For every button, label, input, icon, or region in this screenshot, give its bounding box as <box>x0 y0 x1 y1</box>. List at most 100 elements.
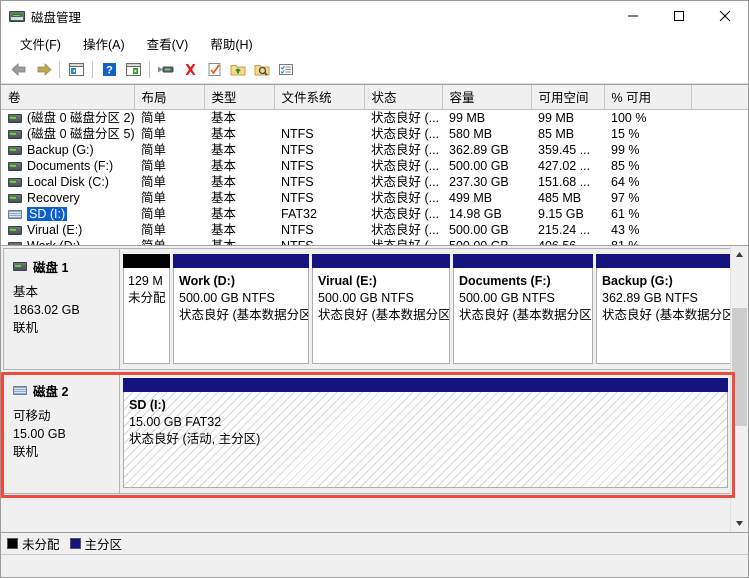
column-header-volume[interactable]: 卷 <box>1 85 135 110</box>
cell-volume-name[interactable]: Virual (E:) <box>1 222 134 238</box>
cell-volume-name[interactable]: Recovery <box>1 190 134 206</box>
cell-freespace: 427.02 ... <box>538 159 591 173</box>
partition-block[interactable]: Backup (G:) 362.89 GB NTFS 状态良好 (基本数据分区 <box>596 254 731 364</box>
column-header-status[interactable]: 状态 <box>364 85 443 110</box>
partition-details[interactable]: Documents (F:) 500.00 GB NTFS 状态良好 (基本数据分区 <box>453 268 593 364</box>
cell-layout: 简单 <box>141 191 167 205</box>
properties-icon[interactable] <box>154 58 178 81</box>
new-folder-upload-icon[interactable] <box>226 58 250 81</box>
cell-volume-name[interactable]: (磁盘 0 磁盘分区 5) <box>1 126 134 142</box>
table-header-row: 卷 布局 类型 文件系统 状态 容量 可用空间 % 可用 <box>1 85 748 110</box>
cell-volume-name[interactable]: Work (D:) <box>1 238 134 246</box>
cell-volume-name[interactable]: Backup (G:) <box>1 142 134 158</box>
partition-details[interactable]: Virual (E:) 500.00 GB NTFS 状态良好 (基本数据分区 <box>312 268 450 364</box>
partition-details[interactable]: Work (D:) 500.00 GB NTFS 状态良好 (基本数据分区 <box>173 268 309 364</box>
table-row[interactable]: Work (D:) 简单 基本 NTFS 状态良好 (... 500.00 GB 406.5… <box>1 238 748 246</box>
cell-volume-name[interactable]: (磁盘 0 磁盘分区 2) <box>1 110 134 127</box>
cell-volume-name[interactable]: SD (I:) <box>1 206 134 222</box>
cell-volume-name[interactable]: Local Disk (C:) <box>1 174 134 190</box>
disk-drive-icon <box>9 8 25 24</box>
cell-freespace: 85 MB <box>538 127 575 141</box>
column-header-filesystem[interactable]: 文件系统 <box>274 85 365 110</box>
volume-list[interactable]: 卷 布局 类型 文件系统 状态 容量 可用空间 % 可用 (磁盘 0 磁盘分区 … <box>1 84 748 246</box>
window-controls <box>610 1 748 31</box>
table-row[interactable]: (磁盘 0 磁盘分区 2) 简单 基本 状态良好 (... 99 MB 99 MB 100 … <box>1 110 748 127</box>
cell-pctfree: 64 % <box>611 175 640 189</box>
table-row[interactable]: Local Disk (C:) 简单 基本 NTFS 状态良好 (... 237.30 G… <box>1 174 748 190</box>
column-header-freespace[interactable]: 可用空间 <box>531 85 605 110</box>
checklist-icon[interactable] <box>202 58 226 81</box>
cell-pctfree: 85 % <box>611 159 640 173</box>
fixed-drive-icon <box>8 226 22 235</box>
search-folder-icon[interactable] <box>250 58 274 81</box>
menu-help[interactable]: 帮助(H) <box>199 31 263 56</box>
legend-primary-partition: 主分区 <box>69 534 122 553</box>
table-row[interactable]: (磁盘 0 磁盘分区 5) 简单 基本 NTFS 状态良好 (... 580 MB 85 M… <box>1 126 748 142</box>
minimize-button[interactable] <box>610 1 656 31</box>
removable-drive-icon <box>8 210 22 219</box>
menu-action[interactable]: 操作(A) <box>72 31 136 56</box>
table-row[interactable]: Recovery 简单 基本 NTFS 状态良好 (... 499 MB 485 MB 97 … <box>1 190 748 206</box>
menu-view[interactable]: 查看(V) <box>136 31 200 56</box>
vertical-scrollbar[interactable] <box>730 246 748 532</box>
scroll-up-arrow-icon[interactable] <box>731 246 748 263</box>
fixed-drive-icon <box>8 114 22 123</box>
partition-block[interactable]: SD (I:) 15.00 GB FAT32 状态良好 (活动, 主分区) <box>123 378 728 488</box>
toolbar-separator <box>59 61 60 78</box>
back-arrow-icon[interactable] <box>7 58 31 81</box>
column-header-capacity[interactable]: 容量 <box>442 85 532 110</box>
table-row[interactable]: Backup (G:) 简单 基本 NTFS 状态良好 (... 362.89 GB 359… <box>1 142 748 158</box>
partition-block[interactable]: Documents (F:) 500.00 GB NTFS 状态良好 (基本数据分区 <box>453 254 593 364</box>
show-action-pane-icon[interactable] <box>121 58 145 81</box>
partition-block[interactable]: Virual (E:) 500.00 GB NTFS 状态良好 (基本数据分区 <box>312 254 450 364</box>
show-hide-console-tree-icon[interactable] <box>64 58 88 81</box>
cell-freespace: 9.15 GB <box>538 207 584 221</box>
table-row[interactable]: Documents (F:) 简单 基本 NTFS 状态良好 (... 500.00 GB… <box>1 158 748 174</box>
cell-type: 基本 <box>211 143 237 157</box>
disk-row[interactable]: 磁盘 1 基本 1863.02 GB 联机 129 M 未分配 Work (D:) 500.0… <box>3 248 731 370</box>
partition-size-fs: 15.00 GB FAT32 <box>129 415 222 429</box>
cell-status: 状态良好 (... <box>371 207 440 221</box>
column-header-type[interactable]: 类型 <box>204 85 275 110</box>
column-header-layout[interactable]: 布局 <box>134 85 205 110</box>
cell-volume-name[interactable]: Documents (F:) <box>1 158 134 174</box>
partition-name: Work (D:) <box>179 274 236 288</box>
partition-details[interactable]: Backup (G:) 362.89 GB NTFS 状态良好 (基本数据分区 <box>596 268 731 364</box>
table-row[interactable]: SD (I:) 简单 基本 FAT32 状态良好 (... 14.98 GB 9.15 GB… <box>1 206 748 222</box>
cell-status: 状态良好 (... <box>371 191 440 205</box>
maximize-button[interactable] <box>656 1 702 31</box>
cell-pctfree: 15 % <box>611 127 640 141</box>
cell-pctfree: 61 % <box>611 207 640 221</box>
column-header-pctfree[interactable]: % 可用 <box>604 85 692 110</box>
cell-layout: 简单 <box>141 175 167 189</box>
column-header-spacer[interactable] <box>691 85 748 110</box>
partition-details[interactable]: SD (I:) 15.00 GB FAT32 状态良好 (活动, 主分区) <box>123 392 728 488</box>
cell-filesystem: NTFS <box>281 191 314 205</box>
scrollbar-thumb[interactable] <box>732 308 747 426</box>
disk-info-panel[interactable]: 磁盘 1 基本 1863.02 GB 联机 <box>3 248 120 370</box>
disk-info-panel[interactable]: 磁盘 2 可移动 15.00 GB 联机 <box>3 372 120 494</box>
partition-block[interactable]: Work (D:) 500.00 GB NTFS 状态良好 (基本数据分区 <box>173 254 309 364</box>
legend-unallocated-swatch <box>7 538 18 549</box>
delete-icon[interactable] <box>178 58 202 81</box>
close-button[interactable] <box>702 1 748 31</box>
scroll-down-arrow-icon[interactable] <box>731 515 748 532</box>
partition-details[interactable]: 129 M 未分配 <box>123 268 170 364</box>
cell-spacer <box>691 142 748 158</box>
cell-status: 状态良好 (... <box>371 143 440 157</box>
help-icon[interactable]: ? <box>97 58 121 81</box>
menu-file[interactable]: 文件(F) <box>9 31 72 56</box>
cell-status: 状态良好 (... <box>371 239 440 246</box>
removable-drive-icon <box>13 386 27 395</box>
menu-bar: 文件(F) 操作(A) 查看(V) 帮助(H) <box>1 31 748 56</box>
disk-row[interactable]: 磁盘 2 可移动 15.00 GB 联机 SD (I:) 15.00 GB FAT32 状态… <box>3 372 731 494</box>
table-row[interactable]: Virual (E:) 简单 基本 NTFS 状态良好 (... 500.00 GB 215… <box>1 222 748 238</box>
task-list-icon[interactable] <box>274 58 298 81</box>
partition-block[interactable]: 129 M 未分配 <box>123 254 170 364</box>
volume-name-label: Work (D:) <box>27 239 81 246</box>
partition-strip: 129 M 未分配 Work (D:) 500.00 GB NTFS 状态良好 (基本数… <box>120 248 731 370</box>
forward-arrow-icon[interactable] <box>31 58 55 81</box>
toolbar: ? <box>1 56 748 84</box>
cell-capacity: 14.98 GB <box>449 207 502 221</box>
partition-name: SD (I:) <box>129 398 166 412</box>
